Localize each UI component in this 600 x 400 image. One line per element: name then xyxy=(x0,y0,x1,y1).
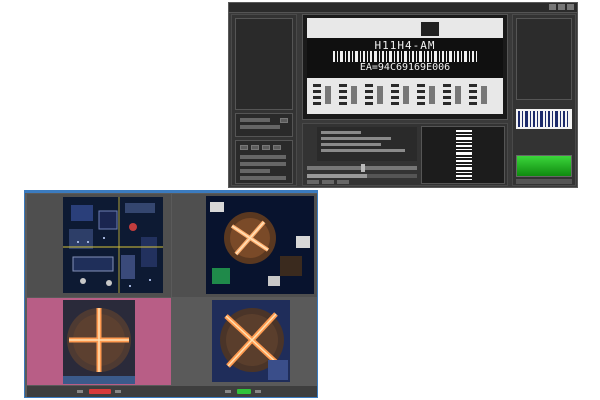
inspection-window xyxy=(24,190,318,398)
scanline-bars-icon xyxy=(456,130,472,180)
option-button[interactable] xyxy=(240,145,248,150)
barcode-reader-window: H11H4-AM EA=94C69169E006 xyxy=(228,2,578,188)
close-icon[interactable] xyxy=(567,4,574,10)
status-marker xyxy=(115,390,121,393)
parameter-row xyxy=(240,176,286,180)
parameter-group xyxy=(235,113,293,137)
view-zoom-left[interactable] xyxy=(27,298,171,385)
read-ok-indicator xyxy=(516,155,572,177)
option-group xyxy=(235,140,293,184)
zoom-cross-image xyxy=(63,300,135,384)
minimize-icon[interactable] xyxy=(549,4,556,10)
detail-line xyxy=(321,143,381,146)
window-controls xyxy=(549,4,574,10)
result-details xyxy=(317,127,417,161)
view-component-top[interactable] xyxy=(172,194,317,297)
inspection-status-bar xyxy=(27,386,317,397)
status-marker xyxy=(255,390,261,393)
logo-icon xyxy=(421,22,439,36)
parameter-row xyxy=(240,125,280,129)
control-button[interactable] xyxy=(307,180,319,184)
small-barcodes-icon xyxy=(313,84,487,105)
camera-image-view[interactable]: H11H4-AM EA=94C69169E006 xyxy=(302,14,508,120)
parameter-row xyxy=(240,162,286,166)
window-titlebar xyxy=(229,3,577,13)
option-button[interactable] xyxy=(273,145,281,150)
status-row xyxy=(516,179,572,184)
detail-line xyxy=(321,137,391,140)
zoom-rotated-cross-image xyxy=(212,300,290,382)
settings-panel xyxy=(231,14,297,186)
barcode-icon xyxy=(333,51,477,62)
label-ea-code: EA=94C69169E006 xyxy=(359,62,451,73)
control-button[interactable] xyxy=(337,180,349,184)
component-image xyxy=(206,196,314,294)
status-panel xyxy=(512,14,576,186)
pass-badge xyxy=(237,389,251,394)
control-buttons xyxy=(307,180,349,184)
barcode-label-image: H11H4-AM EA=94C69169E006 xyxy=(307,18,503,114)
window-titlebar xyxy=(25,191,317,193)
parameter-button[interactable] xyxy=(280,118,288,123)
fail-badge xyxy=(89,389,111,394)
history-list[interactable] xyxy=(516,18,572,100)
circuit-board-image xyxy=(63,197,163,293)
view-zoom-right[interactable] xyxy=(172,298,317,385)
result-panel xyxy=(302,123,508,186)
slider-handle[interactable] xyxy=(361,164,365,172)
option-button[interactable] xyxy=(262,145,270,150)
scanline-view xyxy=(421,126,505,184)
control-button[interactable] xyxy=(322,180,334,184)
detail-line xyxy=(321,131,361,134)
detail-line xyxy=(321,149,405,152)
settings-list[interactable] xyxy=(235,18,293,110)
view-circuit-board[interactable] xyxy=(27,194,171,297)
parameter-row xyxy=(240,155,286,159)
status-marker xyxy=(77,390,83,393)
reference-barcode-icon xyxy=(516,109,572,129)
progress-bar xyxy=(307,174,417,178)
status-marker xyxy=(225,390,231,393)
option-button[interactable] xyxy=(251,145,259,150)
parameter-row xyxy=(240,118,270,122)
maximize-icon[interactable] xyxy=(558,4,565,10)
progress-fill xyxy=(307,174,367,178)
parameter-row xyxy=(240,169,270,173)
